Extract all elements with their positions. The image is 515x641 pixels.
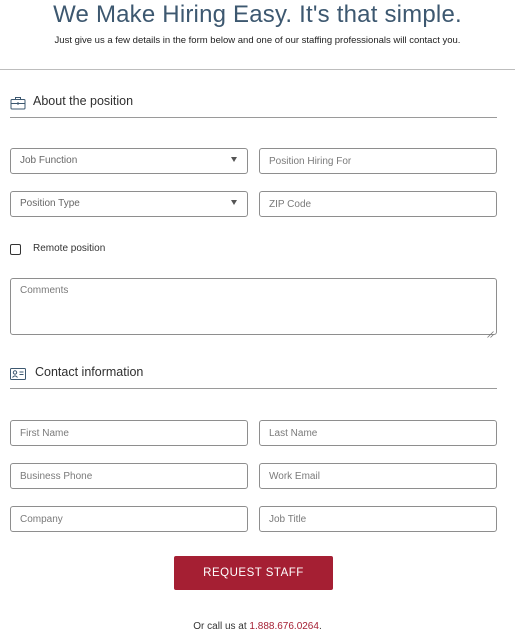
page-subtitle: Just give us a few details in the form b… [54,35,461,46]
remote-position-label[interactable]: Remote position [33,243,105,254]
section-about-position: About the position [10,92,497,118]
section-contact-information: Contact information [10,363,497,389]
request-staff-button[interactable]: REQUEST STAFF [174,556,333,590]
position-hiring-for-field[interactable] [260,149,496,173]
remote-position-checkbox[interactable] [10,244,21,255]
chevron-down-icon [231,200,237,205]
first-name-input[interactable] [10,420,248,446]
section-label: Contact information [35,365,144,379]
briefcase-icon [10,96,26,110]
divider [0,69,515,70]
position-type-select[interactable]: Position Type [10,191,248,217]
comments-input[interactable] [10,278,497,338]
page-title: We Make Hiring Easy. It's that simple. [53,1,462,28]
last-name-field[interactable] [260,421,496,445]
select-value: Job Function [20,155,78,166]
job-function-select[interactable]: Job Function [10,148,248,174]
section-divider [10,388,497,389]
company-input[interactable] [10,506,248,532]
resize-handle-icon[interactable] [487,325,494,338]
zip-code-input[interactable] [259,191,497,217]
comments-field[interactable] [11,279,496,334]
business-phone-input[interactable] [10,463,248,489]
position-hiring-for-input[interactable] [259,148,497,174]
work-email-field[interactable] [260,464,496,488]
call-us-suffix: . [318,621,322,632]
contact-card-icon [10,367,26,381]
call-us-prefix: Or call us at [193,621,250,632]
business-phone-field[interactable] [11,464,247,488]
chevron-down-icon [231,157,237,162]
job-title-field[interactable] [260,507,496,531]
job-title-input[interactable] [259,506,497,532]
section-label: About the position [33,94,134,108]
work-email-input[interactable] [259,463,497,489]
company-field[interactable] [11,507,247,531]
zip-code-field[interactable] [260,192,496,216]
section-divider [10,117,497,118]
first-name-field[interactable] [11,421,247,445]
call-us-text: Or call us at 1.888.676.0264. [0,621,515,632]
phone-link[interactable]: 1.888.676.0264 [249,621,319,632]
last-name-input[interactable] [259,420,497,446]
select-value: Position Type [20,198,80,209]
